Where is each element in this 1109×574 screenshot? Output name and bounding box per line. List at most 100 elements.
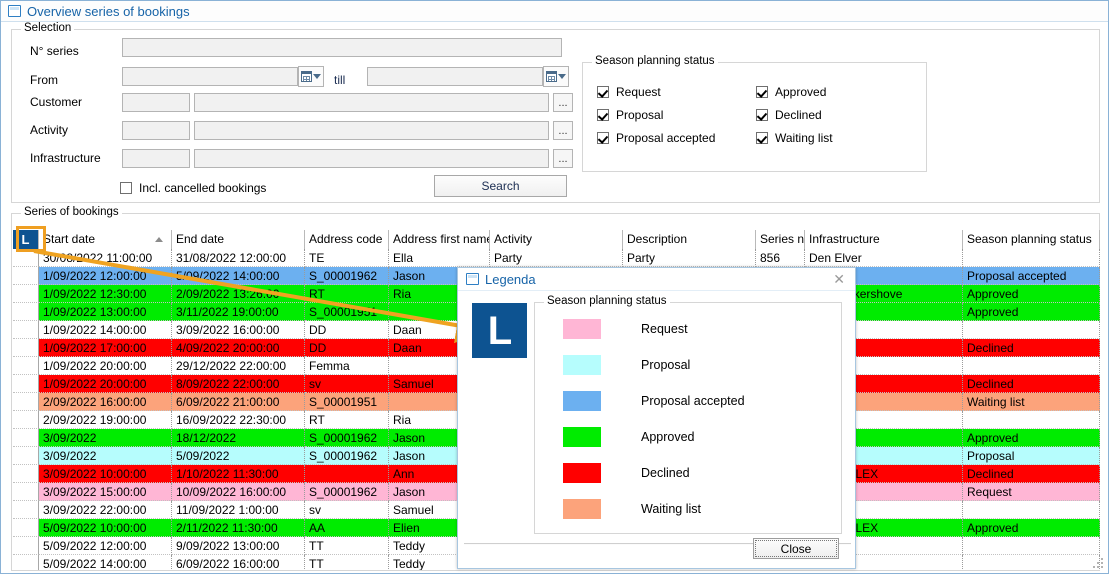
cell-start: 2/09/2022 19:00:00 — [39, 411, 172, 429]
infrastructure-name-input[interactable] — [194, 149, 549, 168]
cell-code: S_00001951 — [305, 393, 389, 411]
cell-start: 3/09/2022 10:00:00 — [39, 465, 172, 483]
row-selector-cell[interactable] — [13, 519, 39, 537]
legend-color-swatch — [563, 391, 601, 411]
from-label: From — [30, 73, 58, 87]
cell-code: sv — [305, 375, 389, 393]
filter-label: Declined — [775, 108, 822, 122]
row-selector-cell[interactable] — [13, 483, 39, 501]
cell-activity: Party — [490, 249, 623, 267]
column-header-infrastructure[interactable]: Infrastructure — [805, 230, 963, 249]
row-selector-cell[interactable] — [13, 375, 39, 393]
till-date-input[interactable] — [367, 67, 543, 86]
page-title: Overview series of bookings — [27, 4, 190, 19]
legend-color-swatch — [563, 427, 601, 447]
column-header-series-n[interactable]: Series n° — [756, 230, 805, 249]
customer-name-input[interactable] — [194, 93, 549, 112]
cell-start: 1/09/2022 20:00:00 — [39, 375, 172, 393]
resize-grip-icon[interactable] — [1092, 558, 1104, 570]
row-selector-cell[interactable] — [13, 321, 39, 339]
legenda-close-button[interactable]: Close — [753, 538, 839, 559]
column-header-start-date[interactable]: Start date — [39, 230, 172, 249]
infrastructure-code-input[interactable] — [122, 149, 190, 168]
legend-item-label: Request — [641, 322, 688, 336]
column-header-description[interactable]: Description — [623, 230, 756, 249]
till-date-picker-button[interactable] — [543, 66, 569, 87]
activity-label: Activity — [30, 123, 68, 137]
row-selector-cell[interactable] — [13, 267, 39, 285]
cell-code: S_00001962 — [305, 267, 389, 285]
window-titlebar: Overview series of bookings — [1, 1, 1108, 22]
incl-cancelled-bookings-checkbox[interactable]: Incl. cancelled bookings — [120, 181, 266, 195]
cell-status — [963, 321, 1100, 339]
legenda-dialog[interactable]: Legenda ✕ L Season planning status Reque… — [457, 267, 856, 569]
row-selector-cell[interactable] — [13, 339, 39, 357]
cell-code: AA — [305, 519, 389, 537]
row-selector-cell[interactable] — [13, 447, 39, 465]
row-selector-cell[interactable] — [13, 249, 39, 267]
row-selector-cell[interactable] — [13, 429, 39, 447]
cell-description: Party — [623, 249, 756, 267]
filter-checkbox-request[interactable]: Request — [597, 85, 661, 99]
row-selector-cell[interactable] — [13, 501, 39, 519]
legenda-status-groupbox: Season planning status RequestProposalPr… — [534, 302, 842, 534]
from-date-input[interactable] — [122, 67, 298, 86]
cell-start: 1/09/2022 13:00:00 — [39, 303, 172, 321]
chevron-down-icon — [313, 74, 321, 79]
legend-item-label: Waiting list — [641, 502, 701, 516]
activity-code-input[interactable] — [122, 121, 190, 140]
column-header-end-date[interactable]: End date — [172, 230, 305, 249]
infrastructure-lookup-button[interactable]: ... — [553, 149, 573, 168]
filter-checkbox-waiting-list[interactable]: Waiting list — [756, 131, 833, 145]
cell-end: 18/12/2022 — [172, 429, 305, 447]
cell-start: 1/09/2022 12:30:00 — [39, 285, 172, 303]
cell-status: Approved — [963, 429, 1100, 447]
from-date-picker-button[interactable] — [298, 66, 324, 87]
series-no-input[interactable] — [122, 38, 562, 57]
cell-first-name: Ella — [389, 249, 490, 267]
row-selector-cell[interactable] — [13, 537, 39, 555]
cell-status: Approved — [963, 303, 1100, 321]
calendar-icon — [546, 71, 557, 82]
filter-checkbox-proposal[interactable]: Proposal — [597, 108, 663, 122]
column-header-address-first-name[interactable]: Address first name — [389, 230, 490, 249]
till-label: till — [334, 73, 345, 87]
row-selector-cell[interactable] — [13, 465, 39, 483]
customer-code-input[interactable] — [122, 93, 190, 112]
column-header-address-code[interactable]: Address code — [305, 230, 389, 249]
row-selector-cell[interactable] — [13, 393, 39, 411]
cell-end: 9/09/2022 13:00:00 — [172, 537, 305, 555]
column-header-activity[interactable]: Activity — [490, 230, 623, 249]
column-header-label: Address first name — [393, 232, 490, 246]
customer-lookup-button[interactable]: ... — [553, 93, 573, 112]
filter-checkbox-proposal-accepted[interactable]: Proposal accepted — [597, 131, 715, 145]
cell-status — [963, 537, 1100, 555]
legend-item-label: Proposal — [641, 358, 690, 372]
window-icon — [466, 273, 479, 285]
search-button[interactable]: Search — [434, 175, 567, 197]
close-icon[interactable]: ✕ — [833, 272, 845, 286]
row-selector-cell[interactable] — [13, 555, 39, 570]
calendar-icon — [301, 71, 312, 82]
filter-checkbox-approved[interactable]: Approved — [756, 85, 826, 99]
cell-start: 1/09/2022 12:00:00 — [39, 267, 172, 285]
legend-button[interactable]: L — [13, 230, 39, 249]
checkbox-box — [597, 86, 609, 98]
row-selector-cell[interactable] — [13, 411, 39, 429]
table-row[interactable]: 30/08/2022 11:00:0031/08/2022 12:00:00TE… — [13, 249, 1100, 267]
cell-end: 5/09/2022 — [172, 447, 305, 465]
cell-end: 6/09/2022 16:00:00 — [172, 555, 305, 570]
row-selector-cell[interactable] — [13, 285, 39, 303]
cell-end: 2/09/2022 13:26:00 — [172, 285, 305, 303]
legenda-group-legend: Season planning status — [544, 295, 670, 307]
column-header-season-planning-status[interactable]: Season planning status — [963, 230, 1100, 249]
row-selector-cell[interactable] — [13, 357, 39, 375]
activity-name-input[interactable] — [194, 121, 549, 140]
sort-ascending-icon — [155, 237, 163, 242]
activity-lookup-button[interactable]: ... — [553, 121, 573, 140]
row-selector-cell[interactable] — [13, 303, 39, 321]
filter-checkbox-declined[interactable]: Declined — [756, 108, 822, 122]
cell-start: 1/09/2022 17:00:00 — [39, 339, 172, 357]
legend-color-swatch — [563, 499, 601, 519]
cell-status: Declined — [963, 375, 1100, 393]
